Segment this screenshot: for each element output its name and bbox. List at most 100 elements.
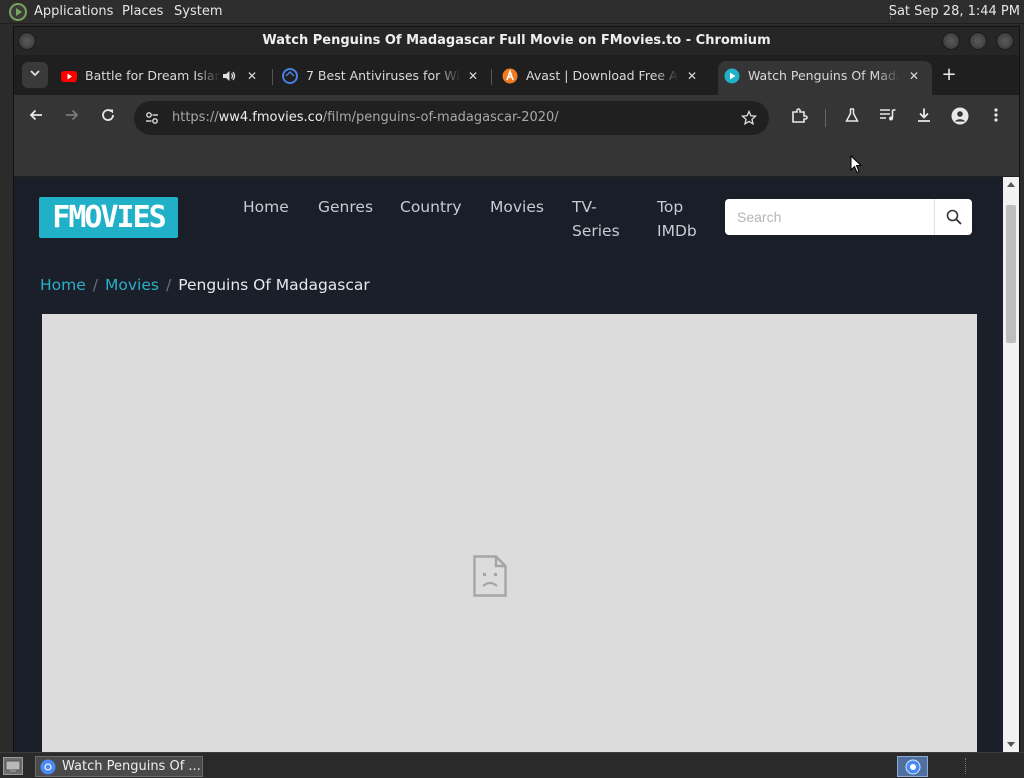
queue-music-icon (880, 109, 896, 121)
close-window-button[interactable] (996, 32, 1014, 50)
search-icon (946, 209, 962, 225)
nav-tv-series-line2: Series (572, 222, 620, 240)
menu-applications[interactable]: Applications (34, 4, 113, 19)
reload-button[interactable] (97, 107, 119, 129)
media-controls-button[interactable] (877, 107, 899, 129)
search-button[interactable] (934, 199, 972, 235)
tab-watch-penguins[interactable]: Watch Penguins Of Madagascar ✕ (718, 61, 932, 95)
nav-country[interactable]: Country (400, 195, 462, 219)
avast-icon (502, 68, 518, 84)
nav-tv-series-line1: TV- (572, 198, 597, 216)
site-search (725, 199, 972, 235)
nav-genres[interactable]: Genres (318, 195, 373, 219)
arrow-right-icon (66, 109, 79, 121)
reload-icon (102, 109, 114, 121)
video-player-frame[interactable] (42, 314, 977, 753)
scroll-up-arrow-icon[interactable] (1007, 182, 1015, 187)
address-bar[interactable]: https://ww4.fmovies.co/film/penguins-of-… (134, 101, 769, 135)
account-icon (951, 107, 969, 125)
menu-system[interactable]: System (174, 4, 222, 19)
nav-movies-label: Movies (490, 198, 544, 216)
site-header: FMOVIES Home Genres Country Movies TV- S… (14, 177, 1003, 257)
toolbar-extension-band (14, 141, 1019, 177)
window-titlebar[interactable]: Watch Penguins Of Madagascar Full Movie … (14, 27, 1019, 55)
tab-avast[interactable]: Avast | Download Free Antivirus ✕ (501, 61, 709, 95)
chromium-icon (905, 759, 921, 775)
top-panel: Applications Places System Sat Sep 28, 1… (0, 0, 1024, 24)
nav-top-imdb[interactable]: Top IMDb (657, 195, 697, 243)
close-tab-icon[interactable]: ✕ (906, 61, 922, 91)
browser-toolbar: https://ww4.fmovies.co/film/penguins-of-… (14, 95, 1019, 141)
breadcrumb-current: Penguins Of Madagascar (178, 276, 370, 294)
show-desktop-button[interactable] (3, 757, 23, 775)
close-tab-icon[interactable]: ✕ (684, 61, 700, 91)
menu-button[interactable] (985, 107, 1007, 129)
kebab-menu-icon (994, 108, 998, 122)
mouse-cursor-icon (850, 155, 862, 174)
menu-places[interactable]: Places (122, 4, 163, 19)
breadcrumb: Home / Movies / Penguins Of Madagascar (40, 276, 370, 294)
url-path: /film/penguins-of-madagascar-2020/ (322, 110, 559, 125)
star-icon[interactable] (741, 110, 757, 126)
window-title: Watch Penguins Of Madagascar Full Movie … (262, 33, 771, 48)
tab-strip: Battle for Dream Island ✕ 7 Best Antivir… (14, 55, 1019, 95)
flask-icon (845, 108, 859, 122)
profile-button[interactable] (949, 107, 971, 129)
sad-page-icon (473, 555, 507, 597)
page-viewport: FMOVIES Home Genres Country Movies TV- S… (14, 177, 1003, 753)
taskbar-item-label: Watch Penguins Of ... (62, 759, 201, 774)
labs-button[interactable] (841, 107, 863, 129)
search-input[interactable] (725, 199, 935, 235)
url-host: ww4.fmovies.co (218, 110, 323, 125)
nav-top-imdb-line1: Top (657, 198, 684, 216)
nav-home-label: Home (243, 198, 289, 216)
youtube-icon (61, 71, 77, 82)
taskbar-window-item[interactable]: Watch Penguins Of ... (35, 756, 203, 777)
breadcrumb-separator: / (92, 276, 99, 294)
audio-playing-icon[interactable] (221, 68, 237, 84)
scroll-thumb[interactable] (1006, 205, 1016, 343)
bottom-taskbar: Watch Penguins Of ... (0, 752, 1024, 778)
window-menu-button[interactable] (18, 32, 36, 50)
page-scrollbar[interactable] (1003, 177, 1019, 753)
downloads-button[interactable] (913, 107, 935, 129)
desktop-icon (5, 760, 21, 772)
tab-battle-for-dream-island[interactable]: Battle for Dream Island ✕ (60, 61, 270, 95)
maximize-button[interactable] (969, 32, 987, 50)
breadcrumb-home[interactable]: Home (40, 276, 86, 294)
new-tab-button[interactable]: + (939, 65, 959, 85)
nav-top-imdb-line2: IMDb (657, 222, 697, 240)
nav-genres-label: Genres (318, 198, 374, 216)
browser-window: Watch Penguins Of Madagascar Full Movie … (13, 26, 1020, 753)
close-tab-icon[interactable]: ✕ (244, 61, 260, 91)
close-tab-icon[interactable]: ✕ (465, 61, 481, 91)
chromium-icon (40, 759, 56, 775)
site-settings-icon[interactable] (145, 111, 159, 125)
nav-home[interactable]: Home (243, 195, 289, 219)
extensions-button[interactable] (788, 107, 810, 129)
minimize-button[interactable] (942, 32, 960, 50)
breadcrumb-movies[interactable]: Movies (105, 276, 159, 294)
applications-logo-icon[interactable] (9, 3, 27, 21)
fmovies-icon (724, 68, 740, 84)
breadcrumb-separator: / (165, 276, 172, 294)
download-icon (918, 108, 930, 122)
nav-movies[interactable]: Movies (490, 195, 544, 219)
url-text[interactable]: https://ww4.fmovies.co/film/penguins-of-… (172, 110, 559, 125)
plus-icon: + (941, 64, 957, 85)
site-logo[interactable]: FMOVIES (39, 197, 178, 238)
tab-antiviruses[interactable]: 7 Best Antiviruses for Windows ✕ (281, 61, 489, 95)
tab-search-button[interactable] (22, 62, 48, 88)
nav-tv-series[interactable]: TV- Series (572, 195, 620, 243)
forward-button[interactable] (61, 107, 83, 129)
nav-country-label: Country (400, 198, 462, 216)
workspace-switcher[interactable] (897, 756, 928, 777)
arrow-left-icon (29, 109, 42, 121)
clock[interactable]: Sat Sep 28, 1:44 PM (889, 4, 1020, 19)
url-scheme: https:// (172, 110, 219, 125)
chevron-down-icon (30, 70, 40, 77)
puzzle-icon (792, 108, 808, 123)
antivirus-site-icon (282, 68, 298, 84)
back-button[interactable] (25, 107, 47, 129)
scroll-down-arrow-icon[interactable] (1007, 742, 1015, 747)
